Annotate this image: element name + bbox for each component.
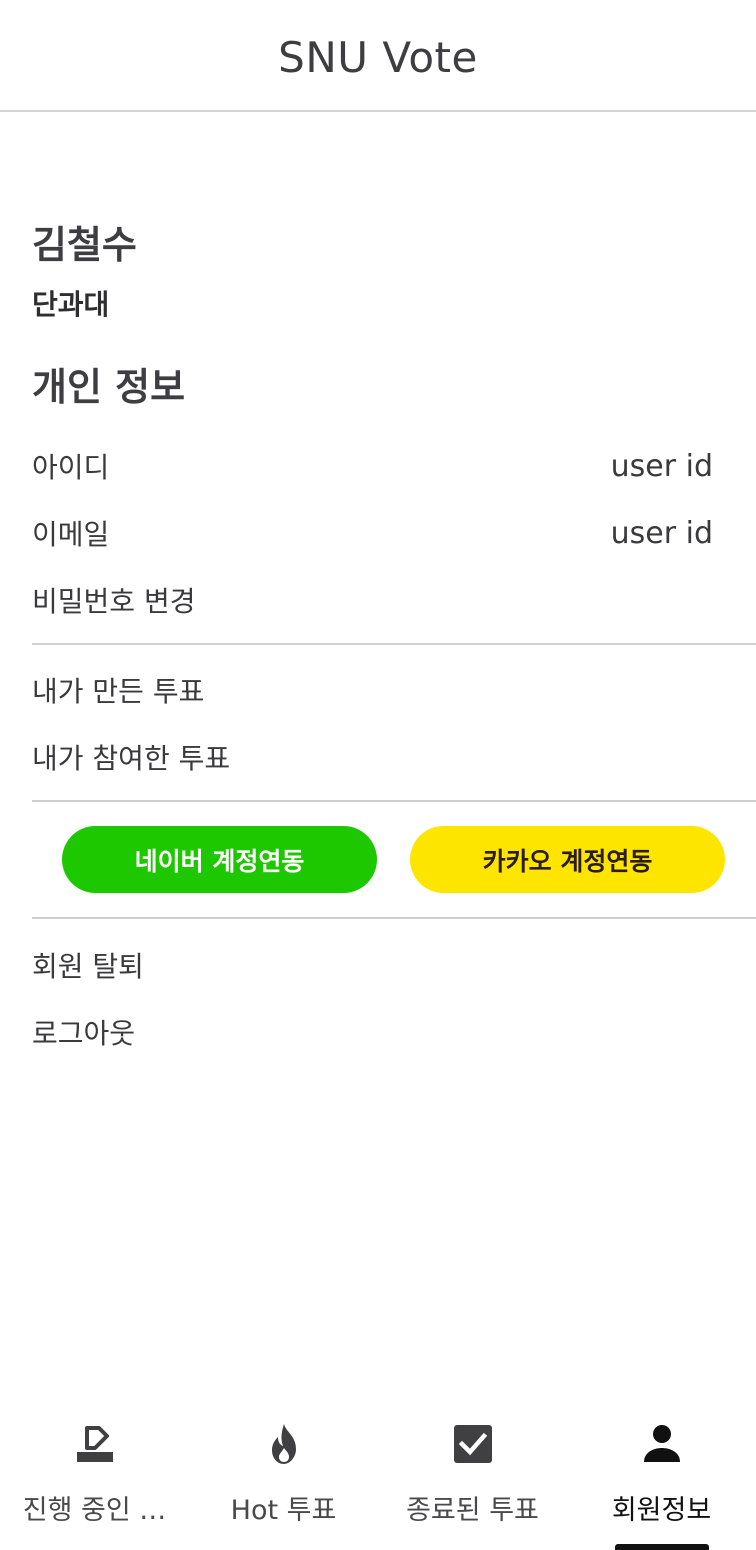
withdraw-label: 회원 탈퇴 xyxy=(32,950,144,983)
nav-tab-label: 진행 중인 … xyxy=(22,1495,167,1526)
nav-tab-profile[interactable]: 회원정보 xyxy=(567,1400,756,1550)
nav-tab-label: 종료된 투표 xyxy=(406,1495,539,1526)
logout-item[interactable]: 로그아웃 xyxy=(32,1010,713,1054)
user-name: 김철수 xyxy=(32,223,137,267)
kakao-link-button[interactable]: 카카오 계정연동 xyxy=(410,826,725,893)
active-tab-indicator xyxy=(615,1544,709,1550)
nav-tab-label: 회원정보 xyxy=(611,1495,712,1526)
user-department: 단과대 xyxy=(32,288,110,321)
my-participated-votes-item[interactable]: 내가 참여한 투표 xyxy=(32,735,713,779)
email-row: 이메일 user id xyxy=(32,511,713,555)
app-header: SNU Vote xyxy=(0,0,756,112)
bottom-navigation: 진행 중인 … Hot 투표 종료된 투표 회원정보 xyxy=(0,1400,756,1550)
page-title: SNU Vote xyxy=(278,32,478,82)
person-icon xyxy=(638,1420,686,1468)
my-created-votes-item[interactable]: 내가 만든 투표 xyxy=(32,668,713,712)
personal-info-title: 개인 정보 xyxy=(32,365,186,409)
change-password-label: 비밀번호 변경 xyxy=(32,585,196,618)
nav-tab-ended[interactable]: 종료된 투표 xyxy=(378,1400,567,1550)
my-participated-votes-label: 내가 참여한 투표 xyxy=(32,742,231,775)
my-created-votes-label: 내가 만든 투표 xyxy=(32,675,205,708)
nav-tab-ongoing[interactable]: 진행 중인 … xyxy=(0,1400,189,1550)
divider xyxy=(32,643,756,645)
naver-link-button[interactable]: 네이버 계정연동 xyxy=(62,826,377,893)
withdraw-item[interactable]: 회원 탈퇴 xyxy=(32,943,713,987)
checkbox-icon xyxy=(449,1420,497,1468)
nav-tab-hot[interactable]: Hot 투표 xyxy=(189,1400,378,1550)
logout-label: 로그아웃 xyxy=(32,1017,136,1050)
id-row: 아이디 user id xyxy=(32,444,713,488)
email-value: user id xyxy=(610,515,713,551)
fire-icon xyxy=(260,1420,308,1468)
id-value: user id xyxy=(610,448,713,484)
divider xyxy=(32,917,756,919)
change-password-item[interactable]: 비밀번호 변경 xyxy=(32,578,713,622)
ballot-box-icon xyxy=(71,1420,119,1468)
nav-tab-label: Hot 투표 xyxy=(230,1495,337,1526)
email-label: 이메일 xyxy=(32,518,110,551)
id-label: 아이디 xyxy=(32,451,110,484)
divider xyxy=(32,800,756,802)
